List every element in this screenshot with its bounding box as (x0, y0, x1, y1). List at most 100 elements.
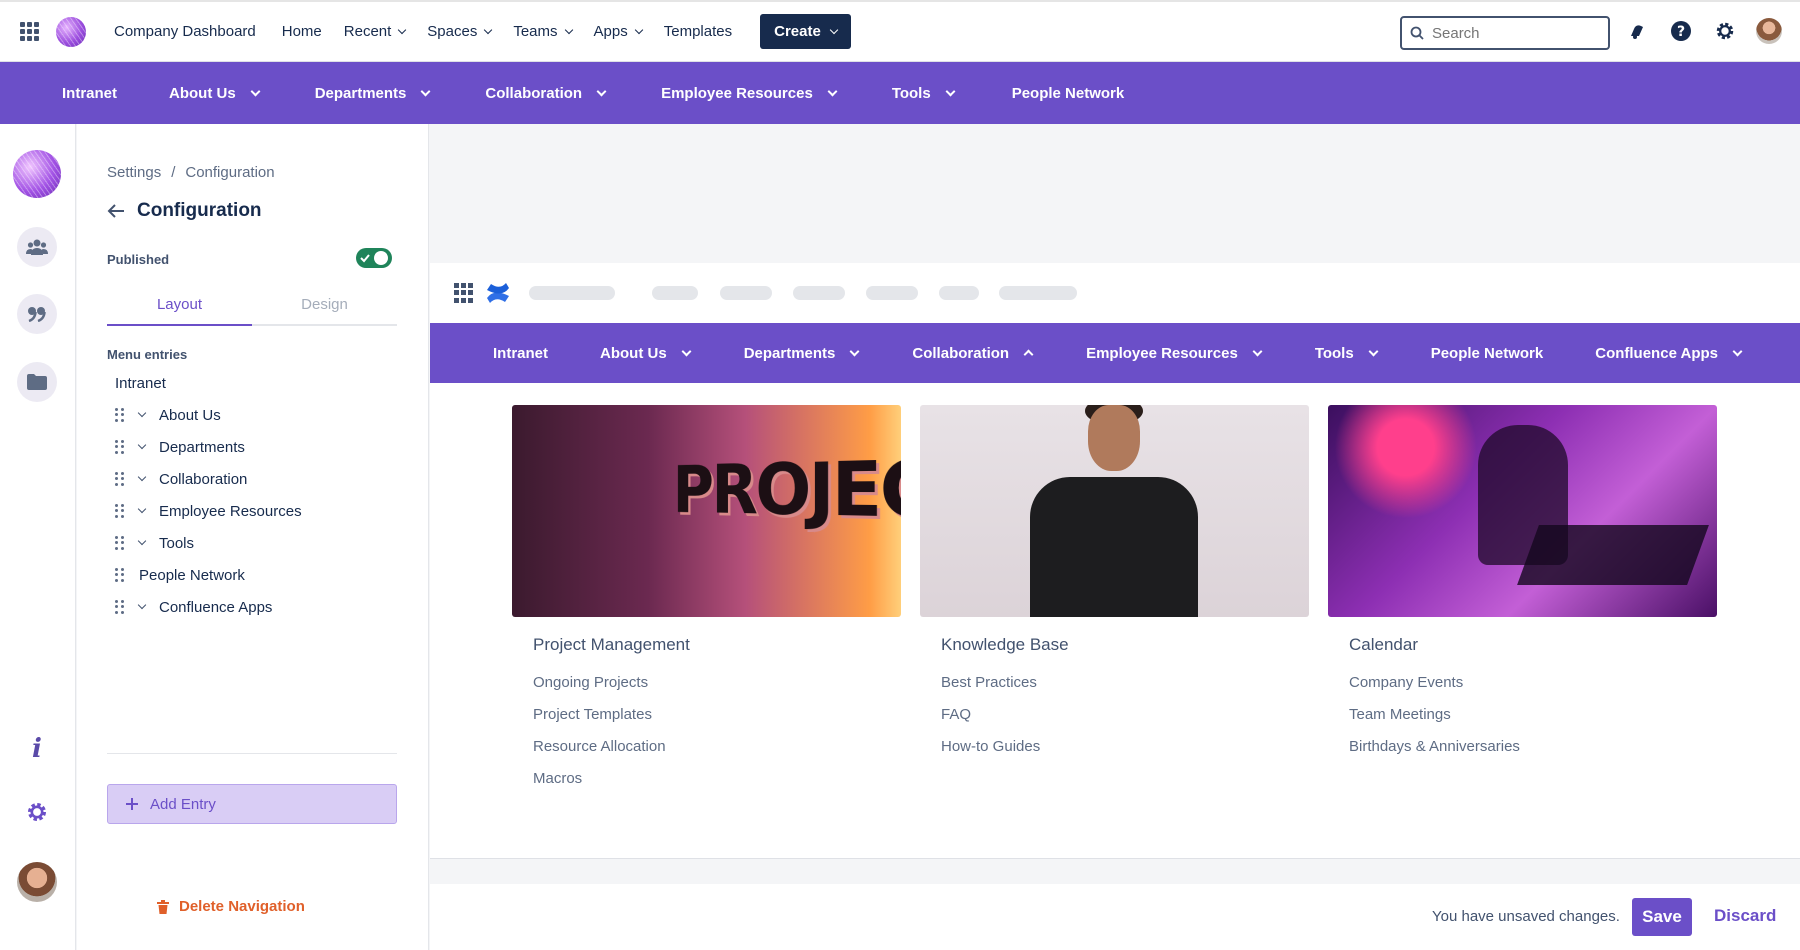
drag-handle-icon[interactable] (115, 536, 125, 550)
chevron-down-icon[interactable] (137, 472, 147, 482)
search-input[interactable] (1432, 24, 1582, 42)
back-arrow-icon[interactable] (107, 203, 125, 219)
chevron-down-icon[interactable] (137, 536, 147, 546)
menu-entry-people-network[interactable]: People Network (107, 559, 397, 591)
person-image[interactable] (920, 405, 1309, 617)
menu-entries-list: Intranet About Us Departments Collaborat… (107, 367, 397, 623)
app-switcher-icon[interactable] (20, 21, 40, 42)
settings-gear-icon[interactable] (1712, 18, 1738, 44)
nav-label: About Us (600, 344, 667, 362)
company-logo[interactable] (56, 16, 86, 47)
add-entry-button[interactable]: Add Entry (107, 784, 397, 824)
drag-handle-icon[interactable] (115, 440, 125, 454)
preview-nav-people-network[interactable]: People Network (1431, 345, 1544, 362)
card-link[interactable]: Ongoing Projects (533, 667, 901, 699)
menu-entry-departments[interactable]: Departments (107, 431, 397, 463)
tab-design[interactable]: Design (252, 286, 397, 324)
drag-handle-icon[interactable] (115, 568, 125, 582)
chevron-down-icon[interactable] (137, 408, 147, 418)
chevron-down-icon[interactable] (137, 600, 147, 610)
dj-image[interactable] (1328, 405, 1717, 617)
top-nav-home[interactable]: Home (282, 23, 322, 40)
folder-icon[interactable] (17, 362, 57, 402)
nav-collaboration[interactable]: Collaboration (485, 85, 607, 102)
top-nav-teams[interactable]: Teams (513, 23, 573, 40)
unsaved-changes-text: You have unsaved changes. (1432, 908, 1620, 925)
nav-tools[interactable]: Tools (891, 84, 956, 102)
app-title[interactable]: Company Dashboard (114, 23, 256, 40)
top-nav-recent[interactable]: Recent (344, 23, 407, 40)
card-title[interactable]: Project Management (533, 635, 901, 655)
drag-handle-icon[interactable] (115, 600, 125, 614)
preview-nav-employee-resources[interactable]: Employee Resources (1086, 344, 1263, 362)
skeleton-placeholder (529, 286, 615, 300)
top-nav-label: Home (281, 23, 322, 40)
nav-departments[interactable]: Departments (315, 85, 431, 102)
card-link[interactable]: Birthdays & Anniversaries (1349, 731, 1717, 763)
user-avatar[interactable] (1756, 18, 1782, 44)
published-label: Published (107, 252, 170, 267)
breadcrumb-configuration[interactable]: Configuration (185, 164, 274, 181)
info-icon[interactable]: i (22, 734, 52, 764)
card-link[interactable]: Macros (533, 763, 901, 795)
card-link[interactable]: Best Practices (941, 667, 1309, 699)
top-nav-spaces[interactable]: Spaces (427, 23, 493, 40)
tab-layout[interactable]: Layout (107, 286, 252, 326)
card-link[interactable]: Company Events (1349, 667, 1717, 699)
nav-employee-resources[interactable]: Employee Resources (661, 85, 838, 102)
save-button[interactable]: Save (1632, 898, 1692, 936)
menu-entry-collaboration[interactable]: Collaboration (107, 463, 397, 495)
preview-nav-intranet[interactable]: Intranet (493, 345, 548, 362)
nav-label: Employee Resources (1086, 344, 1238, 362)
preview-app-switcher-icon (454, 283, 474, 303)
published-toggle[interactable] (356, 248, 392, 268)
drag-handle-icon[interactable] (115, 504, 125, 518)
menu-card-project-management: PROJECTS Project Management Ongoing Proj… (512, 405, 901, 795)
card-link[interactable]: FAQ (941, 699, 1309, 731)
notification-bell-icon[interactable] (1624, 18, 1650, 44)
menu-entry-label: Employee Resources (159, 502, 302, 520)
top-nav-apps[interactable]: Apps (594, 23, 643, 40)
space-logo[interactable] (13, 150, 61, 198)
card-title[interactable]: Knowledge Base (941, 635, 1309, 655)
gear-icon[interactable] (22, 797, 52, 827)
chevron-down-icon (829, 25, 839, 34)
quote-icon[interactable] (17, 294, 57, 334)
drag-handle-icon[interactable] (115, 472, 125, 486)
preview-nav-tools[interactable]: Tools (1315, 345, 1379, 362)
preview-nav-about-us[interactable]: About Us (600, 344, 692, 362)
nav-label: About Us (169, 84, 236, 102)
menu-entry-employee-resources[interactable]: Employee Resources (107, 495, 397, 527)
discard-button[interactable]: Discard (1714, 906, 1776, 926)
create-button[interactable]: Create (760, 14, 851, 49)
chevron-down-icon[interactable] (137, 504, 147, 514)
card-link[interactable]: Resource Allocation (533, 731, 901, 763)
people-icon[interactable] (17, 227, 57, 267)
menu-entry-intranet[interactable]: Intranet (107, 367, 397, 399)
preview-nav-departments[interactable]: Departments (744, 345, 860, 362)
profile-avatar[interactable] (17, 862, 57, 902)
card-title[interactable]: Calendar (1349, 635, 1717, 655)
menu-entry-about-us[interactable]: About Us (107, 399, 397, 431)
menu-entry-confluence-apps[interactable]: Confluence Apps (107, 591, 397, 623)
delete-navigation-button[interactable]: Delete Navigation (157, 898, 305, 915)
top-nav-templates[interactable]: Templates (664, 23, 732, 40)
card-link[interactable]: Team Meetings (1349, 699, 1717, 731)
nav-label: Tools (891, 84, 931, 102)
search-icon (1410, 26, 1424, 40)
nav-about-us[interactable]: About Us (169, 84, 261, 102)
breadcrumb-settings[interactable]: Settings (107, 164, 161, 181)
nav-people-network[interactable]: People Network (1012, 85, 1125, 102)
nav-intranet[interactable]: Intranet (62, 85, 117, 102)
help-icon[interactable]: ? (1668, 18, 1694, 44)
projects-image[interactable]: PROJECTS (512, 405, 901, 617)
search-box[interactable] (1400, 16, 1610, 50)
preview-nav-collaboration[interactable]: Collaboration (912, 345, 1034, 362)
card-link[interactable]: How-to Guides (941, 731, 1309, 763)
chevron-down-icon[interactable] (137, 440, 147, 450)
menu-entry-tools[interactable]: Tools (107, 527, 397, 559)
confluence-logo-icon (487, 283, 509, 303)
preview-nav-confluence-apps[interactable]: Confluence Apps (1595, 345, 1743, 362)
card-link[interactable]: Project Templates (533, 699, 901, 731)
drag-handle-icon[interactable] (115, 408, 125, 422)
